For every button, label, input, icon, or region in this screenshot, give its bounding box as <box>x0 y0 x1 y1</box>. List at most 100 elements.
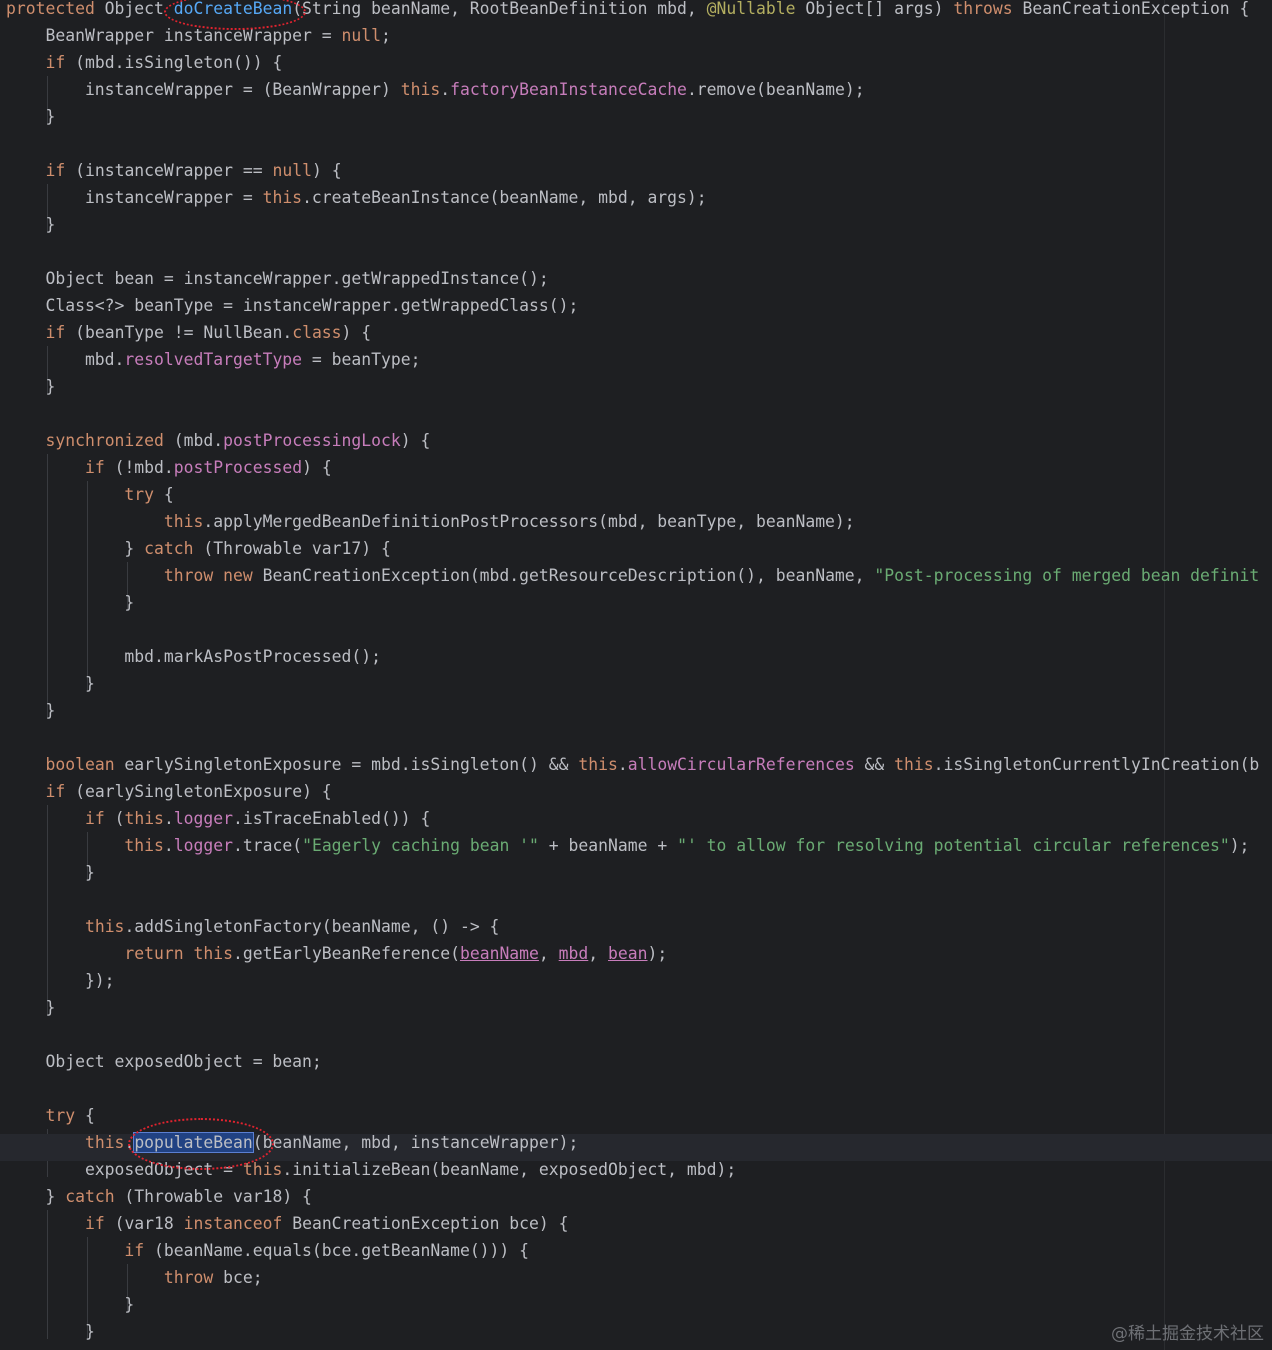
field-token: bean <box>608 944 648 963</box>
code-line[interactable]: Object exposedObject = bean; <box>0 1052 1272 1080</box>
code-token: .addSingletonFactory(beanName, () -> { <box>124 917 500 936</box>
field-token: mbd <box>558 944 589 963</box>
code-line[interactable]: } <box>0 377 1272 405</box>
keyword-token: if <box>45 53 66 72</box>
code-line[interactable]: if (earlySingletonExposure) { <box>0 782 1272 810</box>
code-line[interactable] <box>0 891 1272 918</box>
field-token: allowCircularReferences <box>627 755 855 774</box>
code-line[interactable]: if (!mbd.postProcessed) { <box>0 458 1272 486</box>
code-line-text: } <box>6 377 55 397</box>
code-line-text: } <box>6 107 55 127</box>
code-line[interactable]: } <box>0 215 1272 243</box>
code-line[interactable]: this.addSingletonFactory(beanName, () ->… <box>0 917 1272 945</box>
code-token: Object exposedObject = bean; <box>6 1052 322 1071</box>
field-token: logger <box>173 809 234 828</box>
code-line[interactable] <box>0 621 1272 648</box>
code-line-text: if (var18 instanceof BeanCreationExcepti… <box>6 1214 569 1234</box>
code-token: ) { <box>302 458 332 477</box>
code-line[interactable]: this.applyMergedBeanDefinitionPostProces… <box>0 512 1272 540</box>
code-line[interactable]: Object bean = instanceWrapper.getWrapped… <box>0 269 1272 297</box>
code-line[interactable] <box>0 243 1272 270</box>
code-line[interactable]: synchronized (mbd.postProcessingLock) { <box>0 431 1272 459</box>
code-token: Object <box>94 0 174 18</box>
code-line[interactable]: throw bce; <box>0 1268 1272 1296</box>
code-line-text: mbd.resolvedTargetType = beanType; <box>6 350 421 370</box>
code-line[interactable]: } <box>0 593 1272 621</box>
code-line[interactable]: if (mbd.isSingleton()) { <box>0 53 1272 81</box>
code-line[interactable]: BeanWrapper instanceWrapper = null; <box>0 26 1272 54</box>
code-line[interactable]: } <box>0 998 1272 1026</box>
keyword-token: if <box>84 458 105 477</box>
code-line[interactable]: instanceWrapper = (BeanWrapper) this.fac… <box>0 80 1272 108</box>
code-line[interactable]: } catch (Throwable var17) { <box>0 539 1272 567</box>
field-token: postProcessed <box>173 458 303 477</box>
code-line[interactable]: } <box>0 1295 1272 1323</box>
code-line[interactable] <box>0 405 1272 432</box>
code-line[interactable]: if (instanceWrapper == null) { <box>0 161 1272 189</box>
code-line[interactable]: return this.getEarlyBeanReference(beanNa… <box>0 944 1272 972</box>
annotation-token: @Nullable <box>706 0 796 18</box>
code-line[interactable] <box>0 1080 1272 1107</box>
code-line[interactable]: mbd.resolvedTargetType = beanType; <box>0 350 1272 378</box>
code-line[interactable]: } <box>0 701 1272 729</box>
keyword-token: this <box>400 80 441 99</box>
code-line[interactable]: instanceWrapper = this.createBeanInstanc… <box>0 188 1272 216</box>
code-token: } <box>6 863 95 882</box>
code-token: ( <box>104 809 125 828</box>
code-token: ) { <box>341 323 372 342</box>
code-token: ; <box>381 26 391 45</box>
code-line-text: Class<?> beanType = instanceWrapper.getW… <box>6 296 578 316</box>
code-line[interactable]: } <box>0 107 1272 135</box>
code-line[interactable]: mbd.markAsPostProcessed(); <box>0 647 1272 675</box>
code-line[interactable]: } <box>0 863 1272 891</box>
code-line-text: } <box>6 1322 95 1342</box>
code-line[interactable]: } <box>0 1322 1272 1350</box>
code-token: (mbd. <box>163 431 224 450</box>
code-line[interactable]: } <box>0 674 1272 702</box>
code-line-text: if (beanName.equals(bce.getBeanName())) … <box>6 1241 529 1261</box>
keyword-token: throw <box>163 566 214 585</box>
code-line[interactable]: if (beanName.equals(bce.getBeanName())) … <box>0 1241 1272 1269</box>
code-line[interactable]: if (this.logger.isTraceEnabled()) { <box>0 809 1272 837</box>
code-token: earlySingletonExposure = mbd.isSingleton… <box>114 755 579 774</box>
keyword-token: if <box>84 809 105 828</box>
code-token: } <box>6 107 56 126</box>
code-line[interactable]: boolean earlySingletonExposure = mbd.isS… <box>0 755 1272 783</box>
keyword-token: throws <box>953 0 1013 18</box>
code-line[interactable]: }); <box>0 971 1272 999</box>
field-token: beanName <box>459 944 539 963</box>
code-line[interactable]: if (var18 instanceof BeanCreationExcepti… <box>0 1214 1272 1242</box>
code-line[interactable]: if (beanType != NullBean.class) { <box>0 323 1272 351</box>
code-token: } <box>6 593 135 612</box>
code-token: } <box>6 674 95 693</box>
code-line-text: this.logger.trace("Eagerly caching bean … <box>6 836 1249 856</box>
code-token: . <box>617 755 628 774</box>
code-line[interactable] <box>0 1026 1272 1053</box>
code-token: (beanType != NullBean. <box>65 323 293 342</box>
code-line[interactable]: try { <box>0 485 1272 513</box>
code-token: instanceWrapper = <box>6 188 263 207</box>
code-editor[interactable]: protected Object doCreateBean(String bea… <box>0 0 1272 1350</box>
code-line[interactable]: Class<?> beanType = instanceWrapper.getW… <box>0 296 1272 324</box>
code-line[interactable] <box>0 729 1272 756</box>
code-line[interactable]: } catch (Throwable var18) { <box>0 1187 1272 1215</box>
code-token: ) { <box>400 431 431 450</box>
code-line[interactable] <box>0 135 1272 162</box>
field-token: logger <box>173 836 233 855</box>
code-token: . <box>440 80 451 99</box>
code-token: BeanCreationException { <box>1012 0 1250 18</box>
keyword-token: if <box>45 323 66 342</box>
code-token: (mbd.isSingleton()) { <box>65 53 283 72</box>
code-line[interactable]: throw new BeanCreationException(mbd.getR… <box>0 566 1272 594</box>
code-line[interactable]: this.logger.trace("Eagerly caching bean … <box>0 836 1272 864</box>
code-token: (beanName.equals(bce.getBeanName())) { <box>144 1241 530 1260</box>
